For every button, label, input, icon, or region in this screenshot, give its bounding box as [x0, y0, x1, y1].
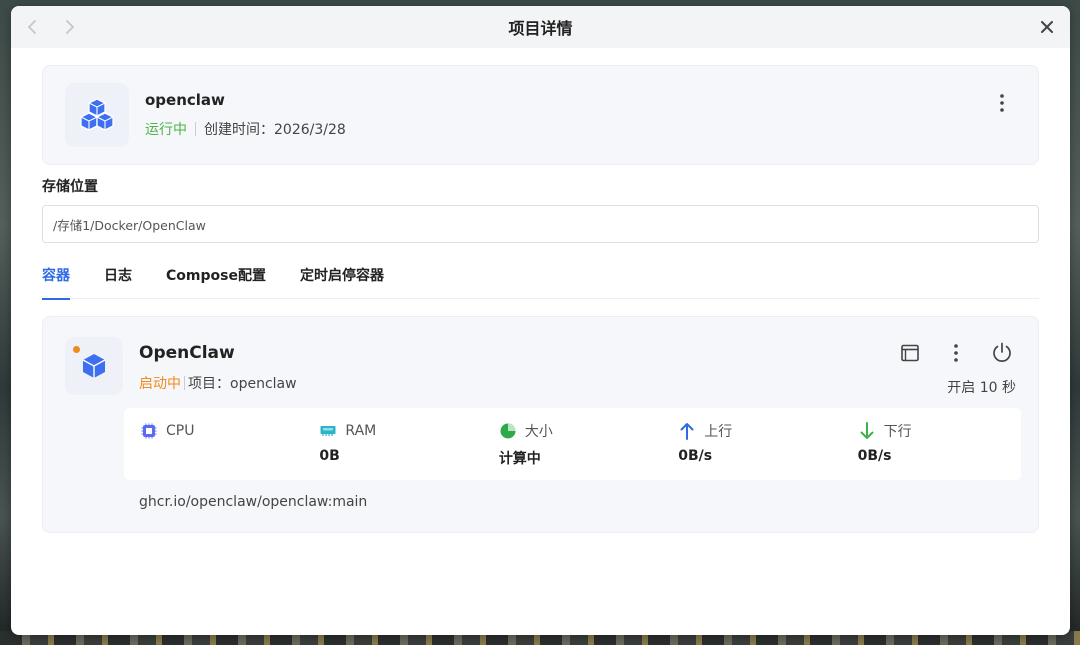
pie-chart-icon — [499, 422, 517, 440]
stat-cpu: CPU — [124, 408, 303, 480]
stat-label: CPU — [166, 423, 195, 439]
tab-logs[interactable]: 日志 — [104, 261, 132, 299]
meta-divider — [195, 122, 196, 136]
project-logo — [65, 83, 129, 147]
tab-bar: 容器 日志 Compose配置 定时启停容器 — [42, 261, 1039, 300]
forward-button[interactable] — [61, 18, 79, 36]
stat-label: 大小 — [524, 424, 553, 440]
project-name: openclaw — [145, 91, 225, 109]
stat-download: 下行 0B/s — [842, 408, 1021, 480]
tab-compose-config[interactable]: Compose配置 — [166, 261, 266, 299]
cpu-icon — [140, 422, 158, 440]
container-stats: CPU RAM 0B 大小 计算中 上行 0B/s 下行 0B/s — [124, 408, 1021, 480]
stat-value: 0B/s — [857, 448, 892, 464]
stat-label: 下行 — [883, 424, 912, 440]
close-button[interactable] — [1036, 16, 1058, 38]
power-icon — [993, 342, 1011, 362]
cubes-icon — [80, 98, 114, 131]
arrow-down-icon — [858, 422, 876, 440]
stat-label: 上行 — [704, 424, 733, 440]
close-icon — [1041, 21, 1053, 33]
chevron-left-icon — [27, 20, 36, 34]
project-card: openclaw 运行中 创建时间：2026/3/28 — [42, 65, 1039, 165]
window-icon — [901, 344, 919, 362]
project-more-button[interactable] — [992, 91, 1012, 115]
terminal-button[interactable] — [898, 341, 922, 365]
stat-upload: 上行 0B/s — [662, 408, 841, 480]
meta-divider — [184, 376, 185, 390]
stat-value: 0B — [319, 448, 340, 464]
container-status: 启动中 — [139, 376, 181, 392]
container-name: OpenClaw — [139, 343, 235, 363]
container-project: 项目：openclaw — [188, 376, 297, 392]
container-more-button[interactable] — [944, 341, 968, 365]
project-meta: 运行中 创建时间：2026/3/28 — [145, 119, 346, 139]
cube-icon — [82, 354, 106, 378]
arrow-up-icon — [678, 422, 696, 440]
more-vertical-icon — [954, 344, 958, 362]
project-details-dialog: 项目详情 openclaw 运行中 创建时间：2026/3/28 存储位置 /存… — [11, 6, 1070, 635]
stat-label: RAM — [345, 423, 377, 439]
dialog-content: openclaw 运行中 创建时间：2026/3/28 存储位置 容器 日志 C… — [11, 48, 1070, 533]
status-dot — [73, 346, 80, 353]
project-info: openclaw 运行中 创建时间：2026/3/28 — [145, 91, 346, 139]
tab-scheduled-start-stop[interactable]: 定时启停容器 — [300, 261, 384, 299]
storage-label: 存储位置 — [42, 179, 98, 195]
container-card: OpenClaw 启动中 项目：openclaw 开启 10 秒 CPU RAM… — [42, 316, 1039, 533]
ram-icon — [319, 422, 337, 440]
storage-path-input[interactable] — [42, 205, 1039, 243]
title-bar: 项目详情 — [11, 6, 1070, 48]
project-created-time: 创建时间：2026/3/28 — [204, 122, 346, 138]
back-button[interactable] — [23, 18, 41, 36]
container-uptime: 开启 10 秒 — [947, 380, 1016, 396]
project-status: 运行中 — [145, 122, 187, 138]
chevron-right-icon — [66, 20, 75, 34]
container-actions — [898, 341, 1014, 365]
stat-value: 计算中 — [498, 451, 541, 467]
container-info: OpenClaw 启动中 项目：openclaw — [139, 343, 297, 393]
dialog-title: 项目详情 — [508, 19, 573, 38]
stat-ram: RAM 0B — [303, 408, 482, 480]
container-image: ghcr.io/openclaw/openclaw:main — [139, 494, 368, 510]
stat-size: 大小 计算中 — [483, 408, 662, 480]
container-meta: 启动中 项目：openclaw — [139, 373, 297, 393]
nav-arrows — [23, 6, 79, 48]
more-vertical-icon — [1000, 94, 1004, 112]
stat-value: 0B/s — [678, 448, 713, 464]
power-button[interactable] — [990, 341, 1014, 365]
tab-containers[interactable]: 容器 — [42, 261, 70, 300]
